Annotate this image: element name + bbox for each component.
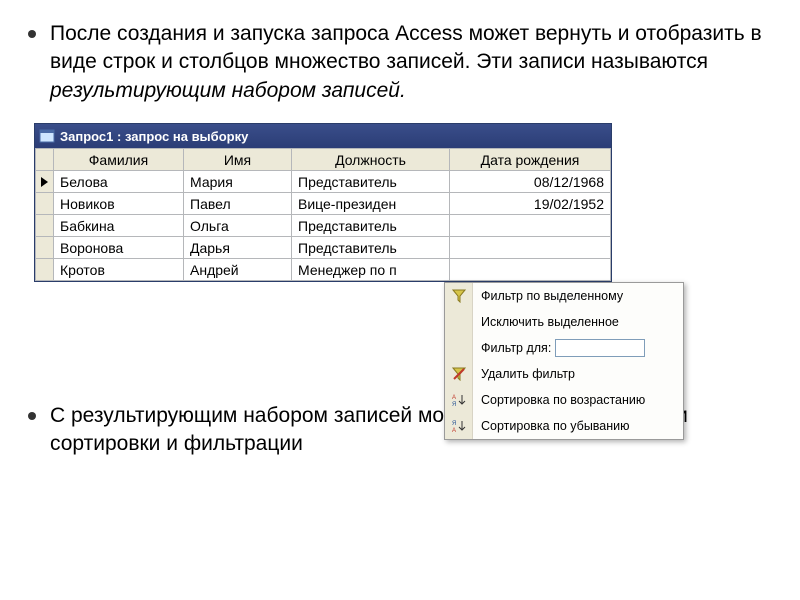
sort-desc-icon: ЯА bbox=[452, 419, 466, 433]
cell-birthdate[interactable] bbox=[450, 259, 611, 281]
row-selector[interactable] bbox=[36, 259, 54, 281]
cell-birthdate[interactable] bbox=[450, 237, 611, 259]
filter-for-input[interactable] bbox=[555, 339, 645, 357]
header-row: Фамилия Имя Должность Дата рождения bbox=[36, 149, 611, 171]
cell-surname[interactable]: Воронова bbox=[54, 237, 184, 259]
cell-name[interactable]: Мария bbox=[184, 171, 292, 193]
table-row[interactable]: Кротов Андрей Менеджер по п bbox=[36, 259, 611, 281]
table-row[interactable]: Бабкина Ольга Представитель bbox=[36, 215, 611, 237]
menu-item-filter-for[interactable]: Фильтр для: bbox=[445, 335, 683, 361]
cell-position[interactable]: Представитель bbox=[292, 215, 450, 237]
query-window-icon bbox=[39, 128, 55, 144]
bullet-dot-icon bbox=[28, 30, 36, 38]
cell-birthdate[interactable] bbox=[450, 215, 611, 237]
cell-birthdate[interactable]: 19/02/1952 bbox=[450, 193, 611, 215]
result-datasheet[interactable]: Фамилия Имя Должность Дата рождения Бело… bbox=[35, 148, 611, 281]
cell-position[interactable]: Вице-президен bbox=[292, 193, 450, 215]
col-header-position[interactable]: Должность bbox=[292, 149, 450, 171]
cell-surname[interactable]: Новиков bbox=[54, 193, 184, 215]
context-menu: Фильтр по выделенному Исключить выделенн… bbox=[444, 282, 684, 440]
bullet-top-text: После создания и запуска запроса Access … bbox=[50, 20, 772, 105]
cell-birthdate[interactable]: 08/12/1968 bbox=[450, 171, 611, 193]
cell-surname[interactable]: Бабкина bbox=[54, 215, 184, 237]
cell-position[interactable]: Представитель bbox=[292, 171, 450, 193]
row-selector[interactable] bbox=[36, 171, 54, 193]
menu-label: Удалить фильтр bbox=[473, 367, 683, 381]
svg-text:А: А bbox=[452, 428, 456, 433]
window-title: Запрос1 : запрос на выборку bbox=[60, 129, 248, 144]
menu-item-sort-desc[interactable]: ЯА Сортировка по убыванию bbox=[445, 413, 683, 439]
cell-surname[interactable]: Кротов bbox=[54, 259, 184, 281]
bullet-top-pre: После создания и запуска запроса Access … bbox=[50, 22, 762, 73]
menu-item-remove-filter[interactable]: Удалить фильтр bbox=[445, 361, 683, 387]
svg-text:Я: Я bbox=[452, 402, 456, 407]
bullet-top-italic: результирующим набором записей. bbox=[50, 79, 406, 102]
sort-asc-icon: АЯ bbox=[452, 393, 466, 407]
cell-name[interactable]: Павел bbox=[184, 193, 292, 215]
col-header-birthdate[interactable]: Дата рождения bbox=[450, 149, 611, 171]
svg-text:А: А bbox=[452, 395, 456, 401]
cell-name[interactable]: Дарья bbox=[184, 237, 292, 259]
cell-position[interactable]: Представитель bbox=[292, 237, 450, 259]
table-row[interactable]: Новиков Павел Вице-президен 19/02/1952 bbox=[36, 193, 611, 215]
row-selector[interactable] bbox=[36, 193, 54, 215]
funnel-remove-icon bbox=[452, 367, 466, 381]
cell-name[interactable]: Андрей bbox=[184, 259, 292, 281]
menu-item-sort-asc[interactable]: АЯ Сортировка по возрастанию bbox=[445, 387, 683, 413]
menu-label: Фильтр для: bbox=[473, 341, 551, 355]
bullet-top: После создания и запуска запроса Access … bbox=[28, 20, 772, 105]
row-selector[interactable] bbox=[36, 215, 54, 237]
bullet-dot-icon bbox=[28, 412, 36, 420]
menu-item-exclude-selected[interactable]: Исключить выделенное bbox=[445, 309, 683, 335]
current-row-icon bbox=[41, 177, 48, 187]
cell-name[interactable]: Ольга bbox=[184, 215, 292, 237]
row-selector-header[interactable] bbox=[36, 149, 54, 171]
cell-position[interactable]: Менеджер по п bbox=[292, 259, 450, 281]
svg-text:Я: Я bbox=[452, 421, 456, 427]
table-row[interactable]: Воронова Дарья Представитель bbox=[36, 237, 611, 259]
menu-item-filter-selected[interactable]: Фильтр по выделенному bbox=[445, 283, 683, 309]
query-datasheet-window: Запрос1 : запрос на выборку Фамилия Имя … bbox=[34, 123, 612, 282]
funnel-filter-icon bbox=[452, 289, 466, 303]
menu-label: Фильтр по выделенному bbox=[473, 289, 683, 303]
menu-label: Исключить выделенное bbox=[473, 315, 683, 329]
cell-surname[interactable]: Белова bbox=[54, 171, 184, 193]
menu-label: Сортировка по убыванию bbox=[473, 419, 683, 433]
col-header-name[interactable]: Имя bbox=[184, 149, 292, 171]
menu-label: Сортировка по возрастанию bbox=[473, 393, 683, 407]
col-header-surname[interactable]: Фамилия bbox=[54, 149, 184, 171]
table-row[interactable]: Белова Мария Представитель 08/12/1968 bbox=[36, 171, 611, 193]
window-titlebar[interactable]: Запрос1 : запрос на выборку bbox=[35, 124, 611, 148]
row-selector[interactable] bbox=[36, 237, 54, 259]
